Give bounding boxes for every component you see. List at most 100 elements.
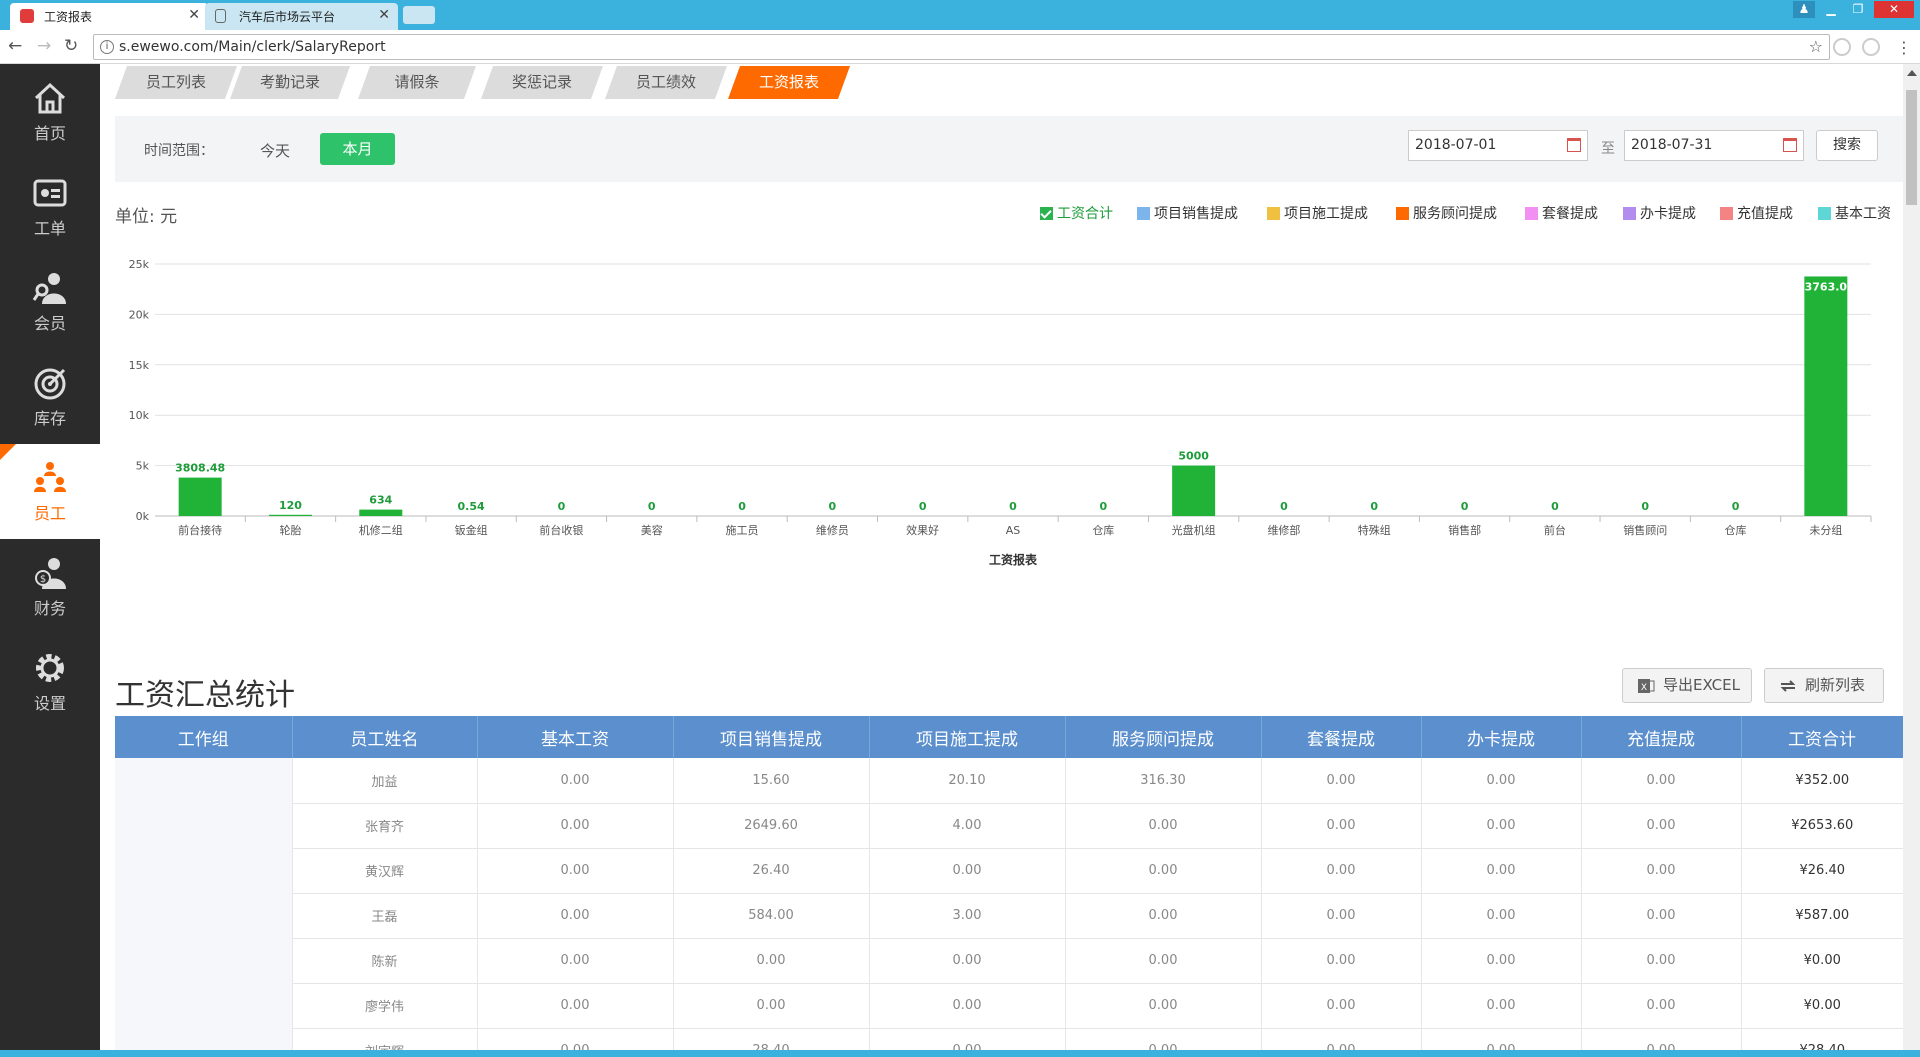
legend-swatch (1818, 206, 1831, 220)
legend-item-construction[interactable]: 项目施工提成 (1267, 203, 1368, 223)
legend-item-sales[interactable]: 项目销售提成 (1137, 203, 1238, 223)
tab-leave[interactable]: 请假条 (358, 66, 476, 99)
sidebar-item-settings[interactable]: 设置 (0, 634, 100, 729)
excel-icon: X (1638, 679, 1655, 693)
user-icon[interactable]: ♟ (1793, 1, 1815, 18)
close-tab-icon[interactable]: ✕ (188, 7, 200, 23)
extension-icon[interactable] (1862, 38, 1880, 56)
table-cell: 0.00 (1064, 803, 1261, 849)
legend-item-advisor[interactable]: 服务顾问提成 (1396, 203, 1497, 223)
x-tick-label: AS (1006, 524, 1021, 537)
table-cell: 0.00 (1580, 893, 1741, 939)
bookmark-star-icon[interactable]: ☆ (1809, 35, 1823, 59)
tab-title: 工资报表 (44, 10, 93, 24)
end-date-input[interactable]: 2018-07-31 (1624, 130, 1804, 161)
x-tick-label: 效果好 (906, 523, 939, 537)
new-tab-button[interactable] (403, 6, 435, 24)
restore-button[interactable]: ❐ (1847, 1, 1869, 18)
table-cell: 0.00 (1580, 983, 1741, 1029)
table-cell: ¥28.40 (1740, 1028, 1903, 1050)
table-cell: 0.00 (868, 848, 1065, 894)
tab-staff-list[interactable]: 员工列表 (115, 66, 237, 99)
y-tick-label: 5k (136, 460, 150, 473)
sidebar-item-home[interactable]: 首页 (0, 64, 100, 159)
summary-title: 工资汇总统计 (115, 678, 295, 713)
x-tick-label: 前台 (1544, 523, 1566, 537)
reload-icon[interactable]: ↻ (64, 36, 78, 56)
tab-rewards[interactable]: 奖惩记录 (481, 66, 603, 99)
table-cell: 584.00 (672, 893, 869, 939)
browser-menu-icon[interactable]: ⋮ (1896, 38, 1912, 57)
x-tick-label: 轮胎 (279, 523, 301, 537)
bar (1804, 276, 1848, 516)
legend-item-recharge[interactable]: 充值提成 (1720, 203, 1793, 223)
table-cell: 0.00 (1260, 803, 1421, 849)
page-icon (215, 9, 226, 23)
site-favicon-icon (20, 9, 34, 23)
table-cell: 0.00 (672, 938, 869, 984)
info-icon[interactable]: i (100, 40, 114, 54)
table-cell: 黄汉辉 (291, 848, 477, 894)
sidebar-item-finance[interactable]: $ 财务 (0, 539, 100, 634)
sidebar-item-label: 库存 (33, 408, 66, 428)
browser-tab-salary-report[interactable]: 工资报表 ✕ (10, 3, 208, 30)
sidebar-item-inventory[interactable]: 库存 (0, 349, 100, 444)
this-month-button[interactable]: 本月 (320, 133, 395, 165)
bar (359, 509, 403, 516)
legend-item-card[interactable]: 办卡提成 (1623, 203, 1696, 223)
close-window-button[interactable]: ✕ (1874, 1, 1914, 18)
start-date-input[interactable]: 2018-07-01 (1408, 130, 1588, 161)
table-cell: 0.00 (1260, 848, 1421, 894)
legend-item-total[interactable]: 工资合计 (1040, 203, 1113, 223)
today-button[interactable]: 今天 (260, 140, 290, 161)
table-cell: 张育齐 (291, 803, 477, 849)
home-icon (34, 82, 66, 113)
sidebar-item-member[interactable]: 会员 (0, 254, 100, 349)
close-tab-icon[interactable]: ✕ (378, 7, 390, 23)
forward-icon[interactable]: → (37, 36, 51, 56)
calendar-icon[interactable] (1783, 138, 1797, 152)
sidebar-item-label: 首页 (33, 123, 66, 143)
scrollbar-thumb[interactable] (1906, 90, 1917, 205)
table-cell: 0.00 (476, 758, 673, 804)
tab-performance[interactable]: 员工绩效 (605, 66, 727, 99)
refresh-list-button[interactable]: 刷新列表 (1764, 668, 1884, 703)
x-tick-label: 前台收银 (539, 523, 583, 537)
calendar-icon[interactable] (1567, 138, 1581, 152)
table-cell: 20.10 (868, 758, 1065, 804)
table-cell: 3.00 (868, 893, 1065, 939)
sidebar-item-label: 设置 (33, 693, 66, 713)
legend-item-base[interactable]: 基本工资 (1818, 203, 1891, 223)
svg-text:$: $ (40, 574, 46, 585)
tab-attendance[interactable]: 考勤记录 (230, 66, 350, 99)
inventory-icon (34, 368, 66, 399)
url-input[interactable]: i s.ewewo.com/Main/clerk/SalaryReport ☆ (93, 34, 1830, 60)
legend-swatch (1396, 206, 1409, 220)
x-tick-label: 仓库 (1725, 523, 1747, 537)
table-cell: 0.00 (1260, 983, 1421, 1029)
refresh-icon (1780, 680, 1796, 692)
column-header: 员工姓名 (292, 716, 478, 758)
scroll-up-icon[interactable] (1907, 70, 1917, 76)
sidebar-item-staff[interactable]: 员工 (0, 444, 100, 539)
table-row: 王磊 0.00 584.00 3.00 0.00 0.00 0.00 0.00 ¥587.00 (115, 893, 1903, 939)
page-scrollbar[interactable] (1903, 64, 1920, 1050)
x-tick-label: 光盘机组 (1172, 523, 1216, 537)
table-cell: 0.00 (1580, 1028, 1741, 1050)
table-cell: 0.00 (1420, 1028, 1581, 1050)
back-icon[interactable]: ← (8, 36, 22, 56)
y-tick-label: 25k (129, 258, 150, 271)
tab-salary-report[interactable]: 工资报表 (728, 66, 850, 99)
extension-icon[interactable] (1833, 38, 1851, 56)
legend-item-package[interactable]: 套餐提成 (1525, 203, 1598, 223)
sidebar-item-work-order[interactable]: 工单 (0, 159, 100, 254)
browser-tab-platform[interactable]: 汽车后市场云平台 ✕ (205, 3, 398, 30)
legend-swatch (1623, 206, 1636, 220)
data-label: 5000 (1178, 450, 1209, 463)
search-button[interactable]: 搜索 (1816, 130, 1878, 161)
data-label: 120 (279, 499, 302, 512)
minimize-button[interactable]: ▁ (1820, 1, 1842, 18)
export-excel-button[interactable]: X 导出EXCEL (1622, 668, 1752, 703)
column-header: 工资合计 (1741, 716, 1903, 758)
table-cell: 0.00 (1420, 758, 1581, 804)
